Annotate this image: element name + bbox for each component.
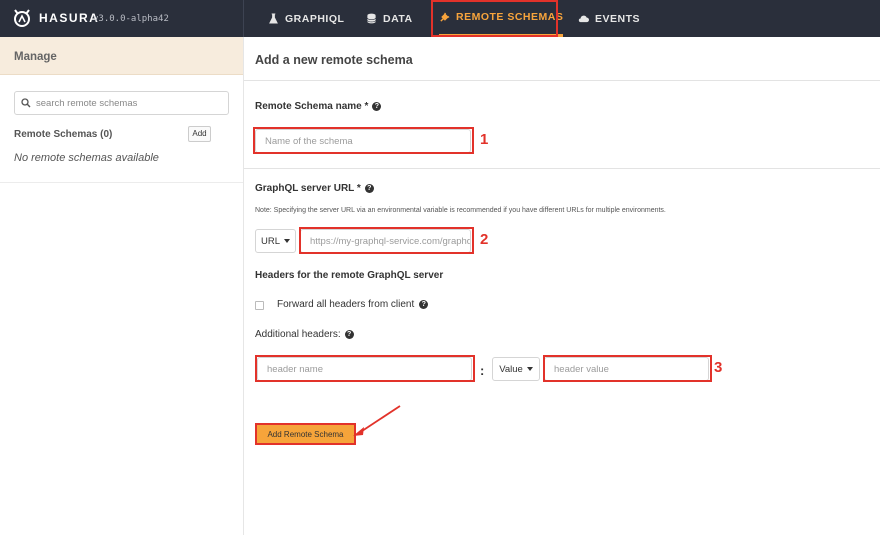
version-label: v3.0.0-alpha42 xyxy=(93,14,169,24)
schema-name-label: Remote Schema name * ? xyxy=(255,101,382,112)
server-url-label: GraphQL server URL * ? xyxy=(255,183,374,194)
nav-graphiql-label: GRAPHIQL xyxy=(285,12,345,25)
header-separator: : xyxy=(480,363,485,378)
server-url-label-text: GraphQL server URL * xyxy=(255,183,361,194)
divider xyxy=(244,80,880,81)
headers-title: Headers for the remote GraphQL server xyxy=(255,270,444,281)
divider xyxy=(0,182,243,183)
caret-down-icon xyxy=(284,239,290,243)
server-url-note: Note: Specifying the server URL via an e… xyxy=(255,207,666,214)
help-icon[interactable]: ? xyxy=(372,102,382,111)
top-navbar: HASURA v3.0.0-alpha42 GRAPHIQL DATA REMO… xyxy=(0,0,880,37)
server-url-input[interactable] xyxy=(300,229,471,253)
header-value-input[interactable] xyxy=(544,357,709,381)
nav-graphiql[interactable]: GRAPHIQL xyxy=(268,0,344,37)
database-icon xyxy=(367,13,376,24)
add-remote-schema-submit-button[interactable]: Add Remote Schema xyxy=(255,423,356,445)
brand-name: HASURA xyxy=(39,11,100,25)
divider xyxy=(244,168,880,169)
annotation-number-3: 3 xyxy=(714,359,723,376)
page-title: Add a new remote schema xyxy=(255,53,413,67)
search-box xyxy=(14,91,229,115)
help-icon[interactable]: ? xyxy=(419,300,429,309)
sidebar: Manage Remote Schemas (0) Add No remote … xyxy=(0,37,244,535)
nav-events[interactable]: EVENTS xyxy=(578,0,640,37)
sidebar-header: Manage xyxy=(0,37,243,75)
additional-headers-label-text: Additional headers: xyxy=(255,329,341,340)
annotation-arrow-icon xyxy=(353,405,401,436)
annotation-number-2: 2 xyxy=(480,231,489,248)
additional-headers-label: Additional headers: ? xyxy=(255,329,354,340)
nav-data[interactable]: DATA xyxy=(366,0,413,37)
forward-headers-checkbox[interactable] xyxy=(255,301,264,310)
main-content: Add a new remote schema Remote Schema na… xyxy=(244,37,880,535)
header-name-input[interactable] xyxy=(257,357,472,381)
annotation-highlight-box xyxy=(431,0,558,37)
empty-list-message: No remote schemas available xyxy=(14,152,159,164)
caret-down-icon xyxy=(526,367,533,371)
header-value-type-dropdown[interactable]: Value xyxy=(492,357,540,381)
schema-name-input[interactable] xyxy=(255,129,471,153)
schema-name-label-text: Remote Schema name * xyxy=(255,101,369,112)
header-value-type: Value xyxy=(499,363,523,375)
url-type-dropdown[interactable]: URL xyxy=(255,229,296,253)
help-icon[interactable]: ? xyxy=(364,184,374,193)
nav-data-label: DATA xyxy=(383,12,413,25)
url-type-value: URL xyxy=(260,235,280,247)
hasura-logo-icon xyxy=(14,9,30,27)
search-icon xyxy=(21,98,31,108)
brand[interactable]: HASURA v3.0.0-alpha42 xyxy=(0,0,244,37)
forward-headers-label-text: Forward all headers from client xyxy=(277,299,415,310)
nav-events-label: EVENTS xyxy=(595,12,641,25)
help-icon[interactable]: ? xyxy=(344,330,354,339)
search-input[interactable] xyxy=(36,97,221,109)
annotation-number-1: 1 xyxy=(480,131,489,148)
flask-icon xyxy=(269,13,278,24)
remote-schemas-list-title: Remote Schemas (0) xyxy=(14,129,113,140)
forward-headers-label: Forward all headers from client ? xyxy=(277,299,429,310)
cloud-icon xyxy=(578,15,589,23)
add-remote-schema-button[interactable]: Add xyxy=(188,126,211,142)
